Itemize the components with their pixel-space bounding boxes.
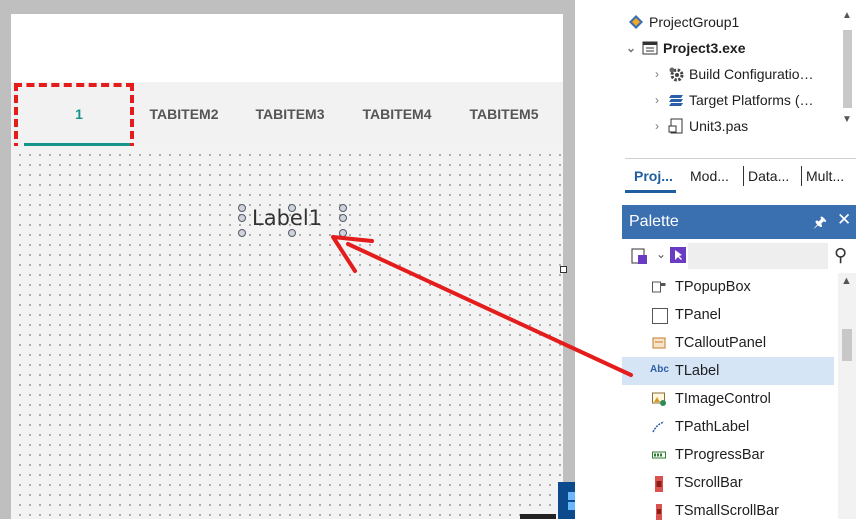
annotation-arrow xyxy=(331,235,633,377)
